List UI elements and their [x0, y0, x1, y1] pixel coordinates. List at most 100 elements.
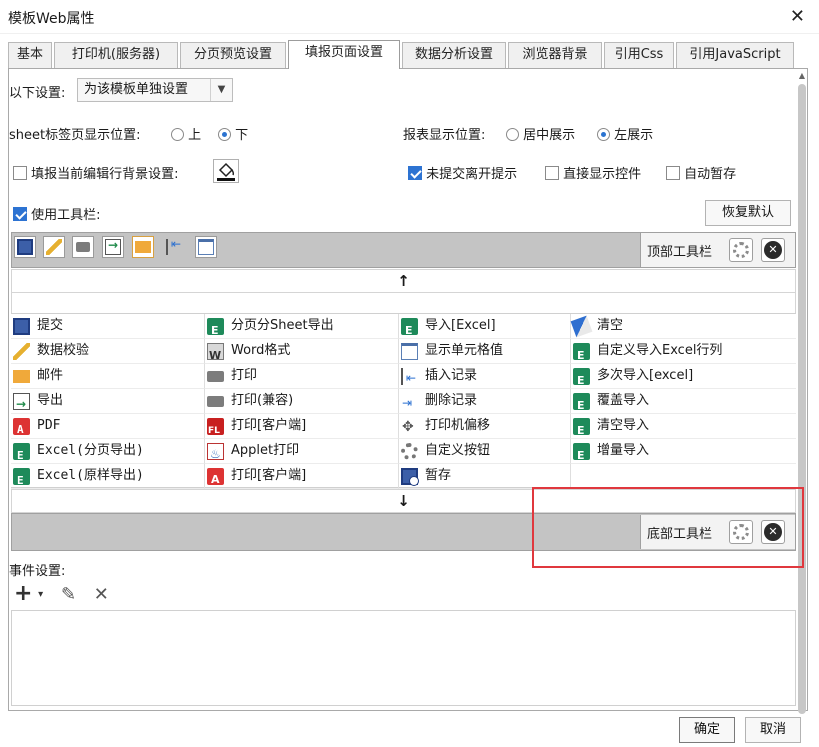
check-pen-icon[interactable]: [43, 236, 65, 258]
ok-button[interactable]: 确定: [679, 717, 735, 743]
grid-item-label: 显示单元格值: [425, 343, 504, 358]
grid-item-show-cell[interactable]: 显示单元格值: [399, 339, 571, 364]
close-circle-icon: ✕: [764, 241, 782, 259]
radio-selected-icon[interactable]: [218, 128, 231, 141]
sheet-pos-top-label: 上: [188, 128, 202, 143]
scroll-thumb[interactable]: [798, 84, 806, 714]
mode-select[interactable]: 为该模板单独设置 ▼: [77, 78, 233, 102]
gear-icon: [733, 242, 749, 258]
save-icon[interactable]: [14, 236, 36, 258]
checkbox-icon[interactable]: [545, 166, 559, 180]
mail-icon[interactable]: [132, 236, 154, 258]
grid-item-clear-import[interactable]: 清空导入: [571, 414, 796, 443]
chevron-down-icon[interactable]: ▼: [210, 79, 232, 101]
checkbox-icon[interactable]: [13, 166, 27, 180]
tab-page-preview[interactable]: 分页预览设置: [180, 42, 286, 68]
grid-item-pdf[interactable]: PDF: [11, 414, 205, 442]
tab-printer-server[interactable]: 打印机(服务器): [54, 42, 178, 68]
mode-select-value: 为该模板单独设置: [84, 82, 189, 97]
grid-item-import-excel[interactable]: 导入[Excel]: [399, 314, 571, 343]
tab-browser-bg[interactable]: 浏览器背景: [508, 42, 602, 68]
event-toolbar: + ▾ ✎ ✕: [14, 581, 109, 606]
grid-item-delete-record[interactable]: 删除记录: [399, 389, 571, 415]
grid-item-label: 删除记录: [425, 393, 478, 408]
grid-item-custom-import[interactable]: 自定义导入Excel行列: [571, 339, 796, 368]
report-pos-left-label: 左展示: [614, 128, 654, 143]
direct-show-option[interactable]: 直接显示控件: [545, 163, 641, 182]
add-dropdown-icon[interactable]: ▾: [38, 589, 43, 600]
top-toolbar-label: 顶部工具栏: [647, 245, 713, 260]
grid-item-label: 打印: [231, 368, 258, 383]
radio-icon[interactable]: [506, 128, 519, 141]
save-icon: [13, 318, 30, 335]
grid-item-custom-button[interactable]: 自定义按钮: [399, 439, 571, 464]
eraser-icon: [570, 315, 593, 338]
show-cell-icon[interactable]: [195, 236, 217, 258]
grid-item-clear[interactable]: 清空: [570, 314, 796, 339]
printer-icon[interactable]: [72, 236, 94, 258]
grid-item-export[interactable]: 导出: [11, 389, 205, 416]
export-icon[interactable]: [102, 236, 124, 258]
report-pos-center-option[interactable]: 居中展示: [506, 124, 575, 143]
grid-item-sheet-export[interactable]: 分页分Sheet导出: [205, 314, 399, 343]
paint-bucket-button[interactable]: [213, 159, 239, 183]
tab-css[interactable]: 引用Css: [604, 42, 674, 68]
grid-item-submit[interactable]: 提交: [11, 314, 205, 339]
grid-item-applet-print[interactable]: Applet打印: [205, 439, 399, 466]
grid-item-print-client-fl[interactable]: 打印[客户端]: [205, 414, 399, 443]
edit-icon[interactable]: ✎: [61, 584, 76, 605]
grid-item-insert-record[interactable]: 插入记录: [399, 364, 571, 390]
excel-icon: [13, 468, 30, 493]
delete-icon[interactable]: ✕: [94, 584, 109, 605]
sheet-pos-top-option[interactable]: 上: [171, 124, 201, 143]
printer-icon: [207, 371, 224, 382]
bg-setting-option[interactable]: 填报当前编辑行背景设置:: [13, 163, 179, 182]
use-toolbar-option[interactable]: 使用工具栏:: [13, 204, 101, 223]
grid-item-excel-original[interactable]: Excel(原样导出): [11, 464, 205, 493]
insert-record-icon[interactable]: [163, 236, 185, 258]
sheet-pos-label: sheet标签页显示位置:: [9, 128, 141, 143]
unsubmitted-prompt-option[interactable]: 未提交离开提示: [408, 163, 517, 182]
grid-item-mail[interactable]: 邮件: [11, 364, 205, 389]
add-icon[interactable]: +: [14, 581, 32, 606]
grid-item-verify[interactable]: 数据校验: [11, 339, 205, 364]
toolbar-buttons-grid: 提交 数据校验 邮件 导出 PDF Excel(分页导出) Excel(原样导出…: [11, 313, 796, 493]
auto-stash-option[interactable]: 自动暂存: [666, 163, 736, 182]
grid-item-print[interactable]: 打印: [205, 364, 399, 389]
grid-item-incremental-import[interactable]: 增量导入: [571, 439, 796, 468]
grid-item-multi-import[interactable]: 多次导入[excel]: [571, 364, 796, 393]
scroll-up-icon[interactable]: ▲: [797, 70, 807, 82]
report-pos-left-option[interactable]: 左展示: [597, 124, 653, 143]
event-list[interactable]: [11, 610, 796, 706]
bg-setting-label: 填报当前编辑行背景设置:: [31, 167, 179, 182]
tab-basic[interactable]: 基本: [8, 42, 52, 68]
direct-show-label: 直接显示控件: [563, 167, 642, 182]
grid-item-print-client-pdf[interactable]: 打印[客户端]: [205, 464, 399, 492]
tab-fill-page[interactable]: 填报页面设置: [288, 40, 400, 69]
tab-javascript[interactable]: 引用JavaScript: [676, 42, 794, 68]
top-toolbar-settings-button[interactable]: [729, 238, 753, 262]
grid-item-printer-offset[interactable]: 打印机偏移: [399, 414, 571, 439]
top-toolbar-close-button[interactable]: ✕: [761, 238, 785, 262]
sheet-pos-bottom-option[interactable]: 下: [218, 124, 248, 143]
vertical-scrollbar[interactable]: ▲: [797, 70, 807, 714]
annotation-highlight-box: [532, 487, 804, 568]
tab-data-analysis[interactable]: 数据分析设置: [402, 42, 506, 68]
radio-icon[interactable]: [171, 128, 184, 141]
radio-selected-icon[interactable]: [597, 128, 610, 141]
checkbox-checked-icon[interactable]: [408, 166, 422, 180]
grid-item-stash[interactable]: 暂存: [399, 464, 571, 489]
grid-item-label: Word格式: [231, 343, 291, 358]
cancel-button[interactable]: 取消: [745, 717, 801, 743]
checkbox-icon[interactable]: [666, 166, 680, 180]
grid-item-overwrite-import[interactable]: 覆盖导入: [571, 389, 796, 418]
checkbox-checked-icon[interactable]: [13, 207, 27, 221]
move-up-row[interactable]: ↑: [11, 269, 796, 293]
grid-item-word[interactable]: Word格式: [205, 339, 399, 368]
close-icon[interactable]: ✕: [790, 6, 805, 27]
grid-item-print-compat[interactable]: 打印(兼容): [205, 389, 399, 414]
grid-item-excel-paged[interactable]: Excel(分页导出): [11, 439, 205, 468]
restore-default-button[interactable]: 恢复默认: [705, 200, 791, 226]
grid-item-label: 分页分Sheet导出: [231, 318, 334, 333]
report-pos-label: 报表显示位置:: [403, 128, 486, 143]
